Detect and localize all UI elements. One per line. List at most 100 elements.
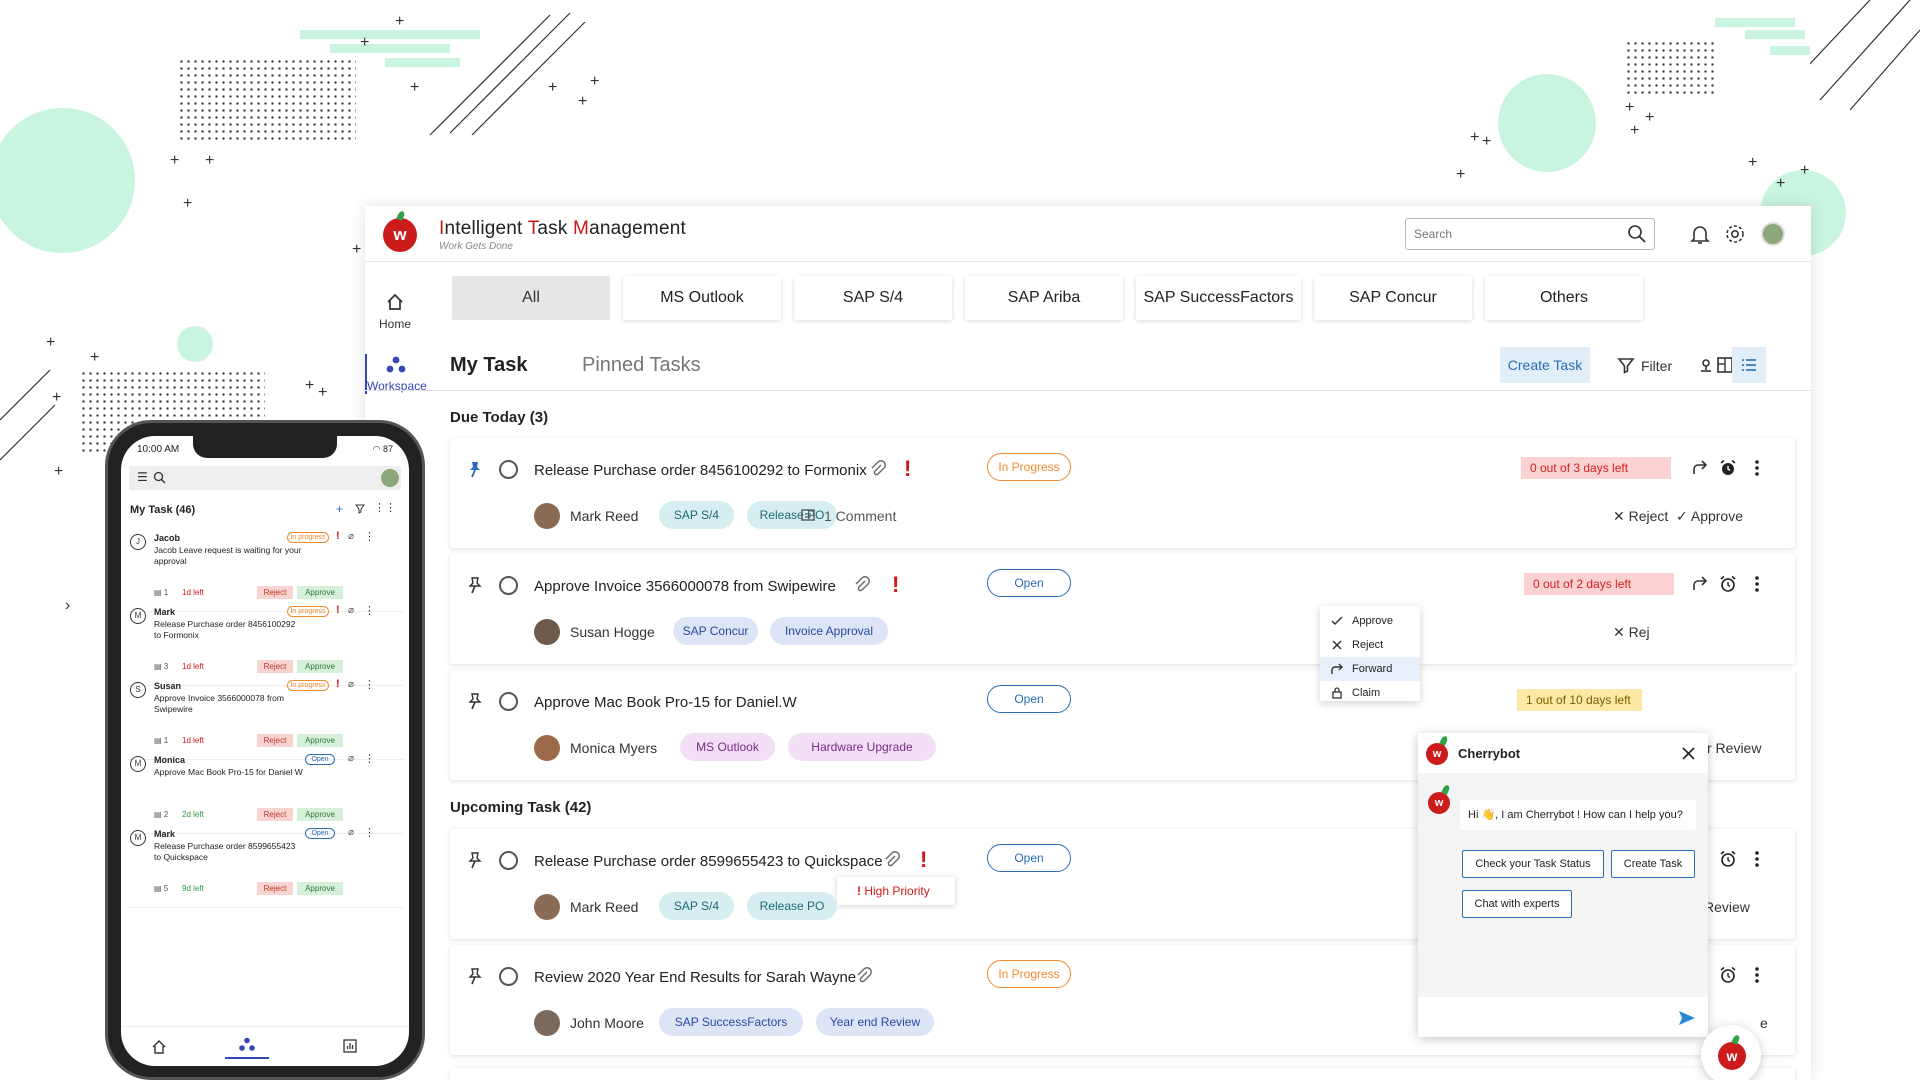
search-input[interactable] <box>1405 218 1655 250</box>
filter-icon[interactable] <box>355 504 365 514</box>
check-task-status-button[interactable]: Check your Task Status <box>1462 850 1604 878</box>
phone-search-bar[interactable]: ☰ <box>129 466 401 490</box>
paperclip-icon[interactable] <box>870 460 886 478</box>
more-vertical-icon[interactable]: ⋮ <box>364 604 375 617</box>
workspace-icon[interactable] <box>238 1037 256 1052</box>
more-vertical-icon[interactable] <box>1747 965 1767 985</box>
pin-outline-icon[interactable] <box>466 692 484 710</box>
forward-icon[interactable] <box>1690 574 1710 594</box>
comment-link[interactable]: 1 Comment <box>800 508 896 524</box>
paperclip-icon[interactable] <box>856 967 872 985</box>
task-title[interactable]: Review 2020 Year End Results for Sarah W… <box>534 969 856 986</box>
pinned-tasks-tab[interactable]: Pinned Tasks <box>582 354 701 377</box>
task-card[interactable]: Approve Invoice 3566000078 from Swipewir… <box>450 554 1795 664</box>
home-icon[interactable] <box>151 1039 167 1055</box>
more-vertical-icon[interactable] <box>1747 574 1767 594</box>
reject-button[interactable]: ✕ Rej <box>1613 624 1650 641</box>
approve-button[interactable]: Approve <box>297 586 343 599</box>
tab-all[interactable]: All <box>452 276 610 320</box>
apps-grid-icon[interactable]: ⋮⋮ <box>374 501 396 514</box>
task-checkbox[interactable] <box>499 576 518 595</box>
task-card[interactable] <box>450 1068 1795 1080</box>
reports-icon[interactable] <box>343 1039 357 1053</box>
paperclip-icon[interactable]: ⌀ <box>348 679 354 690</box>
task-checkbox[interactable] <box>499 692 518 711</box>
paperclip-icon[interactable] <box>884 851 900 869</box>
paperclip-icon[interactable]: ⌀ <box>348 531 354 542</box>
search-icon[interactable] <box>153 471 166 484</box>
alarm-icon[interactable] <box>1718 965 1738 985</box>
action-partial[interactable]: Review <box>1704 899 1750 915</box>
my-task-tab[interactable]: My Task <box>450 354 527 377</box>
pin-filled-icon[interactable] <box>466 460 484 478</box>
task-title[interactable]: Release Purchase order 8456100292 to For… <box>534 462 867 479</box>
list-view-button[interactable] <box>1732 347 1766 383</box>
alarm-icon[interactable] <box>1718 574 1738 594</box>
tab-sap-successfactors[interactable]: SAP SuccessFactors <box>1136 276 1301 320</box>
paperclip-icon[interactable] <box>854 576 870 594</box>
approve-button[interactable]: Approve <box>297 734 343 747</box>
chat-with-experts-button[interactable]: Chat with experts <box>1462 890 1572 918</box>
alarm-icon[interactable] <box>1718 849 1738 869</box>
task-checkbox[interactable] <box>499 967 518 986</box>
more-vertical-icon[interactable]: ⋮ <box>364 530 375 543</box>
menu-item-approve[interactable]: Approve <box>1320 609 1420 633</box>
pin-outline-icon[interactable] <box>466 851 484 869</box>
filter-button[interactable]: Filter <box>1617 356 1672 374</box>
chatbot-launcher[interactable]: w <box>1701 1025 1761 1080</box>
menu-icon[interactable]: ☰ <box>137 470 148 484</box>
more-vertical-icon[interactable] <box>1747 458 1767 478</box>
more-vertical-icon[interactable] <box>1747 849 1767 869</box>
menu-item-forward[interactable]: Forward <box>1320 657 1420 681</box>
reject-button[interactable]: Reject <box>257 734 293 747</box>
create-task-button[interactable]: Create Task <box>1500 347 1590 383</box>
cherry-logo[interactable]: w <box>383 218 417 252</box>
avatar[interactable] <box>381 469 399 487</box>
more-vertical-icon[interactable]: ⋮ <box>364 826 375 839</box>
action-partial[interactable]: e <box>1760 1015 1768 1031</box>
chatbot-input[interactable] <box>1418 997 1708 1037</box>
more-vertical-icon[interactable]: ⋮ <box>364 678 375 691</box>
approve-button[interactable]: Approve <box>297 882 343 895</box>
bot-create-task-button[interactable]: Create Task <box>1611 850 1695 878</box>
reject-button[interactable]: ✕ Reject <box>1613 508 1668 525</box>
tab-sap-concur[interactable]: SAP Concur <box>1314 276 1472 320</box>
pin-outline-icon[interactable] <box>466 576 484 594</box>
rail-home[interactable]: Home <box>365 292 425 331</box>
bell-icon[interactable] <box>1688 222 1712 246</box>
paperclip-icon[interactable]: ⌀ <box>348 827 354 838</box>
menu-item-reject[interactable]: Reject <box>1320 633 1420 657</box>
search-icon[interactable] <box>1627 224 1647 244</box>
phone-task-card[interactable]: M Monica Approve Mac Book Pro-15 for Dan… <box>127 752 403 834</box>
task-checkbox[interactable] <box>499 460 518 479</box>
pin-outline-icon[interactable] <box>466 967 484 985</box>
task-title[interactable]: Release Purchase order 8599655423 to Qui… <box>534 853 883 870</box>
tab-others[interactable]: Others <box>1485 276 1643 320</box>
task-checkbox[interactable] <box>499 851 518 870</box>
action-partial[interactable]: r Review <box>1707 740 1761 756</box>
approve-button[interactable]: Approve <box>297 660 343 673</box>
reject-button[interactable]: Reject <box>257 586 293 599</box>
forward-icon[interactable] <box>1690 458 1710 478</box>
menu-item-claim[interactable]: Claim <box>1320 681 1420 705</box>
task-title[interactable]: Approve Invoice 3566000078 from Swipewir… <box>534 578 836 595</box>
task-title[interactable]: Approve Mac Book Pro-15 for Daniel.W <box>534 694 797 711</box>
reject-button[interactable]: Reject <box>257 808 293 821</box>
approve-button[interactable]: Approve <box>297 808 343 821</box>
more-vertical-icon[interactable]: ⋮ <box>364 752 375 765</box>
alarm-icon[interactable] <box>1718 458 1738 478</box>
phone-task-card[interactable]: M Mark Release Purchase order 8599655423… <box>127 826 403 908</box>
paperclip-icon[interactable]: ⌀ <box>348 753 354 764</box>
tab-sap-s4[interactable]: SAP S/4 <box>794 276 952 320</box>
task-card[interactable]: Release Purchase order 8456100292 to For… <box>450 438 1795 548</box>
user-avatar[interactable] <box>1761 222 1785 246</box>
gear-icon[interactable] <box>1723 222 1747 246</box>
add-icon[interactable]: + <box>336 502 343 516</box>
paperclip-icon[interactable]: ⌀ <box>348 605 354 616</box>
approve-button[interactable]: ✓ Approve <box>1676 508 1743 525</box>
phone-task-card[interactable]: M Mark Release Purchase order 8456100292… <box>127 604 403 686</box>
close-icon[interactable] <box>1682 747 1695 760</box>
tab-sap-ariba[interactable]: SAP Ariba <box>965 276 1123 320</box>
rail-workspace[interactable]: Workspace <box>365 354 427 394</box>
send-icon[interactable] <box>1678 1010 1696 1026</box>
